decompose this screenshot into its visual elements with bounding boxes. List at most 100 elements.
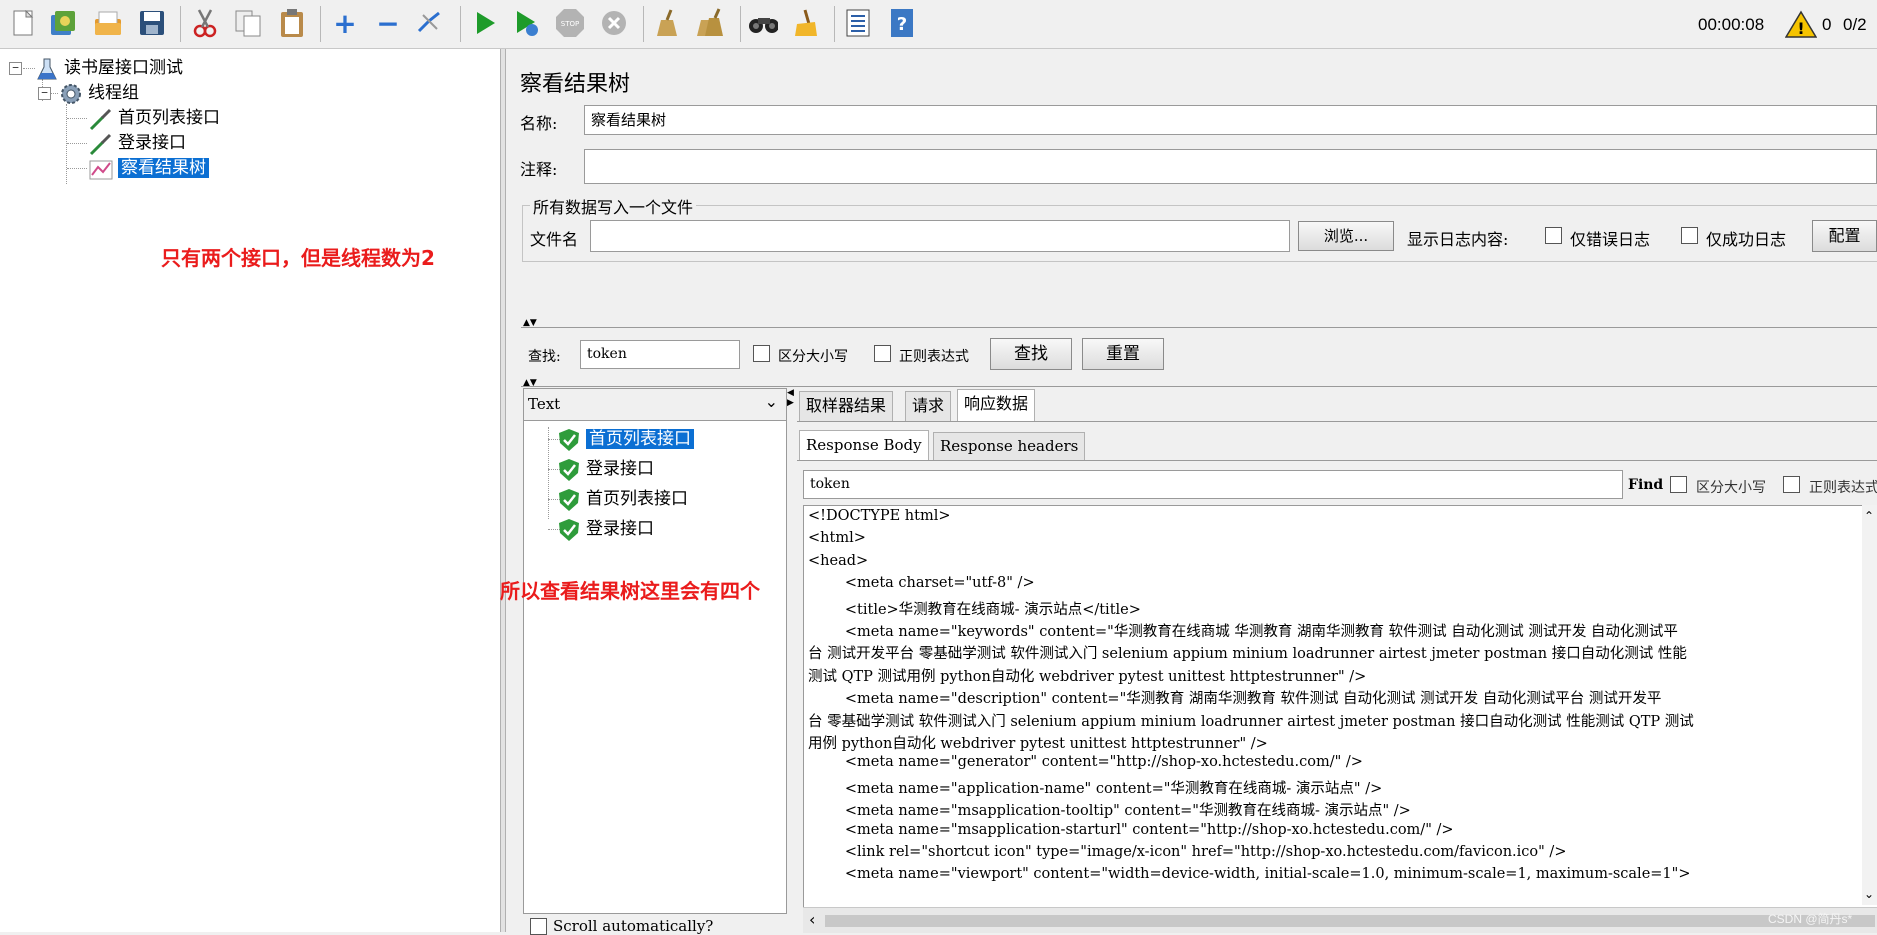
elapsed-time: 00:00:08	[1698, 15, 1765, 34]
comment-label: 注释:	[520, 160, 558, 179]
tree-node-sampler[interactable]: 登录接口	[88, 130, 186, 156]
collapse-thread-group-toggle[interactable]: −	[38, 87, 51, 100]
response-line: 台 测试开发平台 零基础学测试 软件测试入门 selenium appium m…	[808, 646, 1687, 663]
chevron-down-icon[interactable]: ⌄	[765, 392, 778, 411]
start-no-pause-icon[interactable]	[512, 8, 542, 38]
new-icon[interactable]	[8, 8, 38, 38]
case-sensitive-checkbox[interactable]	[753, 345, 770, 362]
graph-icon	[88, 157, 114, 181]
renderer-select[interactable]: Text ⌄	[524, 389, 786, 421]
success-shield-icon	[556, 458, 582, 482]
search-label: 查找:	[528, 349, 561, 365]
errors-only-label: 仅错误日志	[1570, 230, 1651, 249]
response-regex-checkbox[interactable]	[1783, 476, 1800, 493]
result-item[interactable]: 登录接口	[556, 456, 654, 482]
annotation-note-middle: 所以查看结果树这里会有四个	[500, 579, 760, 603]
cut-icon[interactable]	[190, 8, 220, 38]
log-content-label: 显示日志内容:	[1407, 230, 1509, 249]
horizontal-scrollbar[interactable]: ‹	[803, 907, 1877, 933]
test-plan-tree: − 读书屋接口测试 − 线程组 首页列表接口 登录接口 察看结果树 只有两个接口…	[0, 49, 501, 932]
templates-icon[interactable]	[48, 8, 78, 38]
name-field[interactable]: 察看结果树	[584, 105, 1877, 135]
response-case-label: 区分大小写	[1696, 480, 1766, 496]
errors-only-checkbox[interactable]	[1545, 227, 1562, 244]
sampler-label: 登录接口	[118, 133, 186, 153]
response-line: <link rel="shortcut icon" type="image/x-…	[808, 844, 1567, 860]
scroll-down-icon[interactable]: ⌄	[1864, 887, 1874, 901]
response-case-checkbox[interactable]	[1670, 476, 1687, 493]
tab-response-data[interactable]: 响应数据	[957, 389, 1036, 421]
result-item-label: 首页列表接口	[586, 489, 688, 509]
response-line: 测试 QTP 测试用例 python自动化 webdriver pytest u…	[808, 668, 1367, 685]
help-icon[interactable]: ?	[887, 8, 917, 38]
annotation-note-left: 只有两个接口，但是线程数为2	[161, 246, 435, 270]
pipette-icon	[88, 107, 114, 131]
response-body-text[interactable]: <!DOCTYPE html> <html> <head> <meta charse…	[803, 505, 1877, 909]
function-helper-icon[interactable]	[843, 8, 873, 38]
svg-text:!: !	[1797, 19, 1804, 38]
regex-checkbox[interactable]	[874, 345, 891, 362]
response-line: <meta name="msapplication-tooltip" conte…	[808, 803, 1411, 820]
comment-field[interactable]	[584, 149, 1877, 184]
find-button[interactable]: 查找	[990, 338, 1072, 370]
browse-button[interactable]: 浏览...	[1298, 221, 1394, 251]
clear-all-icon[interactable]	[695, 8, 725, 38]
save-icon[interactable]	[137, 8, 167, 38]
result-item[interactable]: 登录接口	[556, 516, 654, 542]
result-item-label: 首页列表接口	[586, 429, 694, 449]
results-tree: Text ⌄ 首页列表接口 登录接口 首页列表接口 登录接口	[523, 388, 787, 914]
search-icon[interactable]	[748, 8, 778, 38]
response-line: <meta name="keywords" content="华测教育在线商城 …	[808, 624, 1678, 640]
result-item[interactable]: 首页列表接口	[556, 426, 694, 452]
vertical-scrollbar[interactable]: ⌃ ⌄	[1862, 505, 1877, 905]
tree-node-listener[interactable]: 察看结果树	[88, 155, 209, 181]
tab-request[interactable]: 请求	[905, 391, 952, 421]
collapse-icon[interactable]: −	[373, 7, 403, 40]
response-find-label: Find	[1628, 477, 1664, 493]
scroll-up-icon[interactable]: ⌃	[1864, 509, 1874, 523]
active-threads-ratio: 0/2	[1843, 15, 1867, 34]
stop-icon[interactable]: STOP	[555, 8, 585, 38]
reset-button[interactable]: 重置	[1082, 338, 1164, 370]
scroll-left-icon[interactable]: ‹	[809, 910, 815, 929]
start-icon[interactable]	[470, 8, 500, 38]
expand-icon[interactable]: +	[330, 7, 360, 40]
tree-node-thread-group[interactable]: 线程组	[58, 80, 139, 106]
tree-node-test-plan[interactable]: 读书屋接口测试	[34, 55, 183, 81]
configure-button[interactable]: 配置	[1812, 220, 1877, 252]
result-item[interactable]: 首页列表接口	[556, 486, 688, 512]
success-only-label: 仅成功日志	[1706, 230, 1787, 249]
response-line: 用例 python自动化 webdriver pytest unittest h…	[808, 736, 1268, 752]
response-line: <meta name="description" content="华测教育 湖…	[808, 691, 1662, 708]
splitter-arrows[interactable]: ◀ ▶	[787, 388, 794, 408]
svg-text:STOP: STOP	[561, 20, 579, 28]
panel-title: 察看结果树	[520, 72, 631, 97]
open-icon[interactable]	[93, 8, 123, 38]
watermark: CSDN @简丹s*	[1768, 912, 1853, 926]
warning-icon[interactable]: !	[1785, 10, 1817, 38]
filename-field[interactable]	[590, 220, 1290, 252]
search-input[interactable]: token	[580, 340, 740, 369]
tab-sampler-result[interactable]: 取样器结果	[799, 391, 894, 421]
sampler-label: 首页列表接口	[118, 108, 220, 128]
copy-icon[interactable]	[233, 8, 263, 38]
shutdown-icon[interactable]	[599, 8, 629, 38]
scroll-automatically-checkbox[interactable]	[530, 918, 547, 935]
test-plan-label: 读书屋接口测试	[64, 58, 183, 78]
paste-icon[interactable]	[277, 8, 307, 38]
warning-count: 0	[1822, 15, 1832, 34]
success-only-checkbox[interactable]	[1681, 227, 1698, 244]
toggle-icon[interactable]	[415, 8, 445, 38]
tree-node-sampler[interactable]: 首页列表接口	[88, 105, 220, 131]
collapse-test-plan-toggle[interactable]: −	[9, 62, 22, 75]
tab-response-body[interactable]: Response Body	[799, 430, 929, 460]
reset-search-icon[interactable]	[790, 8, 820, 38]
scrollbar-thumb[interactable]	[825, 915, 1875, 927]
response-line: <head>	[808, 552, 869, 569]
clear-icon[interactable]	[652, 8, 682, 38]
success-shield-icon	[556, 518, 582, 542]
tab-response-headers[interactable]: Response headers	[933, 432, 1086, 460]
response-find-input[interactable]: token	[803, 470, 1623, 499]
response-line: 台 零基础学测试 软件测试入门 selenium appium minium l…	[808, 713, 1694, 730]
listener-label: 察看结果树	[118, 158, 209, 178]
